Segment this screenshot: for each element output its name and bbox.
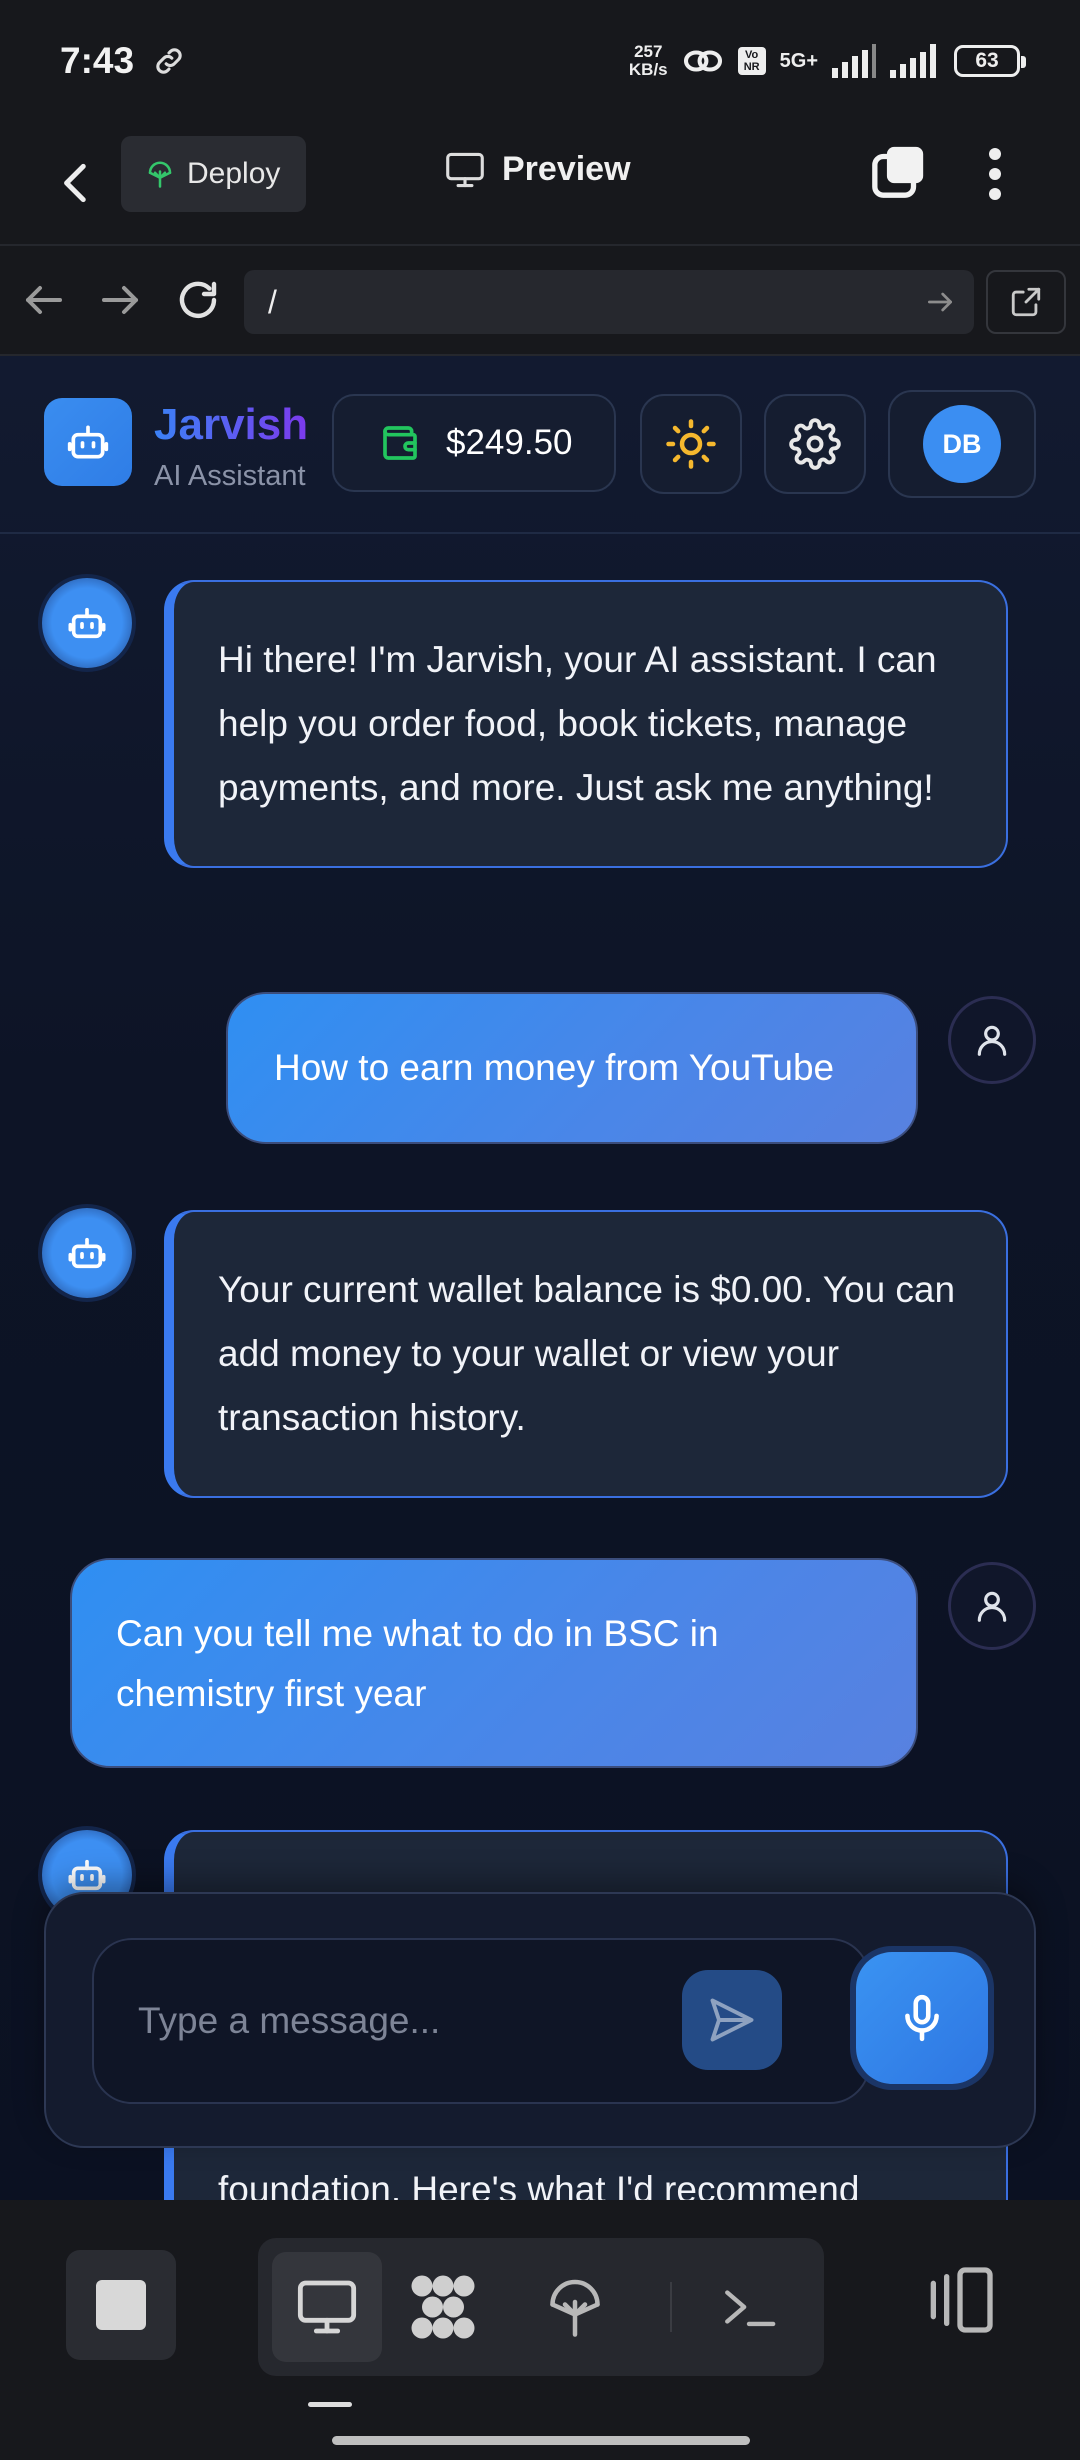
dock-terminal-tab[interactable] — [694, 2252, 804, 2362]
bottom-dock — [0, 2200, 1080, 2460]
active-tab-indicator — [308, 2402, 352, 2407]
message-composer — [44, 1892, 1036, 2148]
link-icon — [156, 48, 182, 74]
signal-icon — [832, 44, 876, 78]
user-message: How to earn money from YouTube — [226, 992, 918, 1144]
dock-separator — [670, 2282, 672, 2332]
status-time: 7:43 — [60, 40, 135, 81]
dock-apps-tab[interactable] — [388, 2252, 498, 2362]
wallet-balance: $249.50 — [446, 423, 573, 462]
user-icon — [977, 1591, 1007, 1622]
deploy-label: Deploy — [187, 157, 281, 190]
deploy-button[interactable]: Deploy — [121, 136, 306, 212]
url-text: / — [268, 283, 277, 320]
app-header: Jarvish AI Assistant $249.50 DB — [0, 356, 1080, 534]
volte-badge: Vo NR — [737, 47, 766, 75]
app-preview: Jarvish AI Assistant $249.50 DB Hi there… — [0, 356, 1080, 2200]
dock-deploy-tab[interactable] — [520, 2252, 630, 2362]
home-indicator[interactable] — [332, 2436, 750, 2445]
assistant-avatar — [42, 1208, 132, 1298]
wallet-icon — [383, 426, 417, 460]
external-link-icon — [1011, 287, 1041, 317]
nav-back-icon[interactable] — [20, 276, 68, 324]
reload-icon[interactable] — [174, 276, 222, 324]
nav-forward-icon[interactable] — [96, 276, 144, 324]
voice-input-button[interactable] — [856, 1952, 988, 2084]
monitor-icon — [297, 2280, 357, 2334]
brand-name: Jarvish — [154, 400, 309, 449]
preview-title: Preview — [444, 150, 631, 189]
avatar: DB — [923, 405, 1001, 483]
hotspot-link-icon — [683, 50, 722, 72]
send-button[interactable] — [682, 1970, 782, 2070]
tabs-icon[interactable] — [870, 142, 928, 200]
dock-tabs — [258, 2238, 824, 2376]
stop-icon — [96, 2280, 146, 2330]
user-avatar — [948, 996, 1036, 1084]
status-bar: 7:43 257 KB/s Vo NR 5G+ 63 — [0, 0, 1080, 122]
back-arrow-icon[interactable] — [52, 158, 102, 208]
network-type: 5G+ — [779, 49, 818, 72]
send-icon — [710, 1998, 754, 2042]
app-logo — [44, 398, 132, 486]
assistant-avatar — [42, 578, 132, 668]
stop-button[interactable] — [66, 2250, 176, 2360]
monitor-icon — [446, 152, 484, 187]
profile-button[interactable]: DB — [888, 390, 1036, 498]
deploy-icon — [550, 2279, 600, 2337]
go-arrow-icon[interactable] — [924, 286, 956, 318]
microphone-icon — [905, 1994, 939, 2042]
robot-icon — [68, 1859, 106, 1891]
user-avatar — [948, 1562, 1036, 1650]
robot-icon — [67, 425, 109, 459]
url-input[interactable]: / — [244, 270, 974, 334]
dock-preview-tab[interactable] — [272, 2252, 382, 2362]
preview-label: Preview — [502, 150, 631, 188]
robot-icon — [68, 1237, 106, 1269]
more-options-icon[interactable] — [975, 146, 1015, 202]
gear-icon — [789, 418, 841, 470]
robot-icon — [68, 607, 106, 639]
terminal-icon — [725, 2290, 776, 2327]
theme-toggle-button[interactable] — [640, 394, 742, 494]
deploy-icon — [148, 161, 172, 188]
preview-toolbar: Deploy Preview — [0, 122, 1080, 246]
signal-icon-2 — [890, 44, 936, 78]
battery-indicator: 63 — [954, 45, 1026, 77]
address-bar: / — [0, 246, 1080, 356]
brand-subtitle: AI Assistant — [154, 460, 306, 492]
layout-toggle-icon[interactable] — [920, 2260, 1000, 2340]
user-message: Can you tell me what to do in BSC in che… — [70, 1558, 918, 1768]
assistant-message: Your current wallet balance is $0.00. Yo… — [164, 1210, 1008, 1498]
assistant-message: Hi there! I'm Jarvish, your AI assistant… — [164, 580, 1008, 868]
wallet-button[interactable]: $249.50 — [332, 394, 616, 492]
user-icon — [977, 1025, 1007, 1056]
net-speed: 257 KB/s — [628, 42, 668, 79]
settings-button[interactable] — [764, 394, 866, 494]
open-external-button[interactable] — [986, 270, 1066, 334]
sun-icon — [666, 419, 716, 469]
apps-icon — [411, 2275, 475, 2339]
